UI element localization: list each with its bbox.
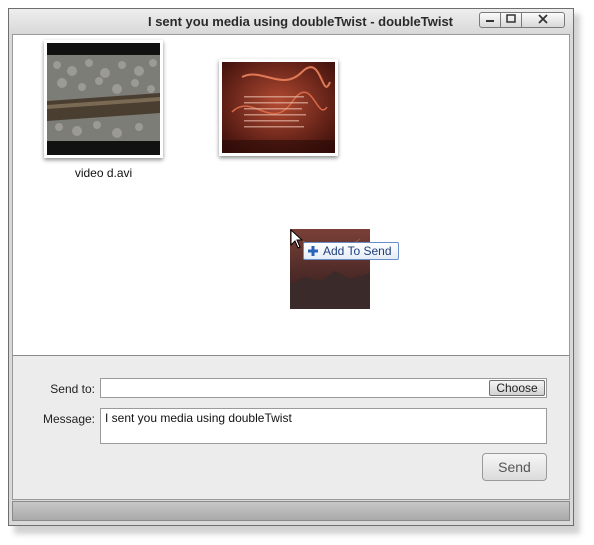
image-thumbnail-image — [222, 62, 335, 153]
window-controls — [479, 12, 565, 28]
send-to-label: Send to: — [50, 382, 95, 396]
app-window: I sent you media using doubleTwist - dou… — [8, 8, 574, 526]
plus-icon — [308, 246, 318, 256]
message-field[interactable]: I sent you media using doubleTwist — [100, 408, 547, 444]
media-item-video[interactable] — [44, 40, 163, 158]
status-bar — [12, 501, 570, 521]
maximize-button[interactable] — [500, 12, 522, 28]
send-panel: Send to: Choose Message: I sent you medi… — [12, 355, 570, 500]
media-item-image[interactable] — [219, 59, 338, 156]
minimize-button[interactable] — [479, 12, 501, 28]
minimize-icon — [485, 15, 495, 26]
media-drop-area[interactable]: video d.avi Add To Send — [12, 34, 570, 356]
mouse-cursor-icon — [290, 229, 304, 249]
close-icon — [537, 13, 549, 27]
tooltip-label: Add To Send — [323, 244, 392, 258]
send-to-field[interactable] — [100, 378, 547, 398]
title-bar[interactable]: I sent you media using doubleTwist - dou… — [9, 9, 573, 35]
close-button[interactable] — [521, 12, 565, 28]
choose-button[interactable]: Choose — [489, 380, 545, 396]
window-title: I sent you media using doubleTwist - dou… — [147, 14, 453, 29]
message-label: Message: — [42, 412, 95, 426]
send-button[interactable]: Send — [482, 453, 547, 481]
video-thumbnail-image — [47, 43, 160, 155]
media-item-caption: video d.avi — [74, 166, 133, 180]
maximize-icon — [506, 14, 516, 26]
add-to-send-tooltip: Add To Send — [303, 242, 399, 260]
